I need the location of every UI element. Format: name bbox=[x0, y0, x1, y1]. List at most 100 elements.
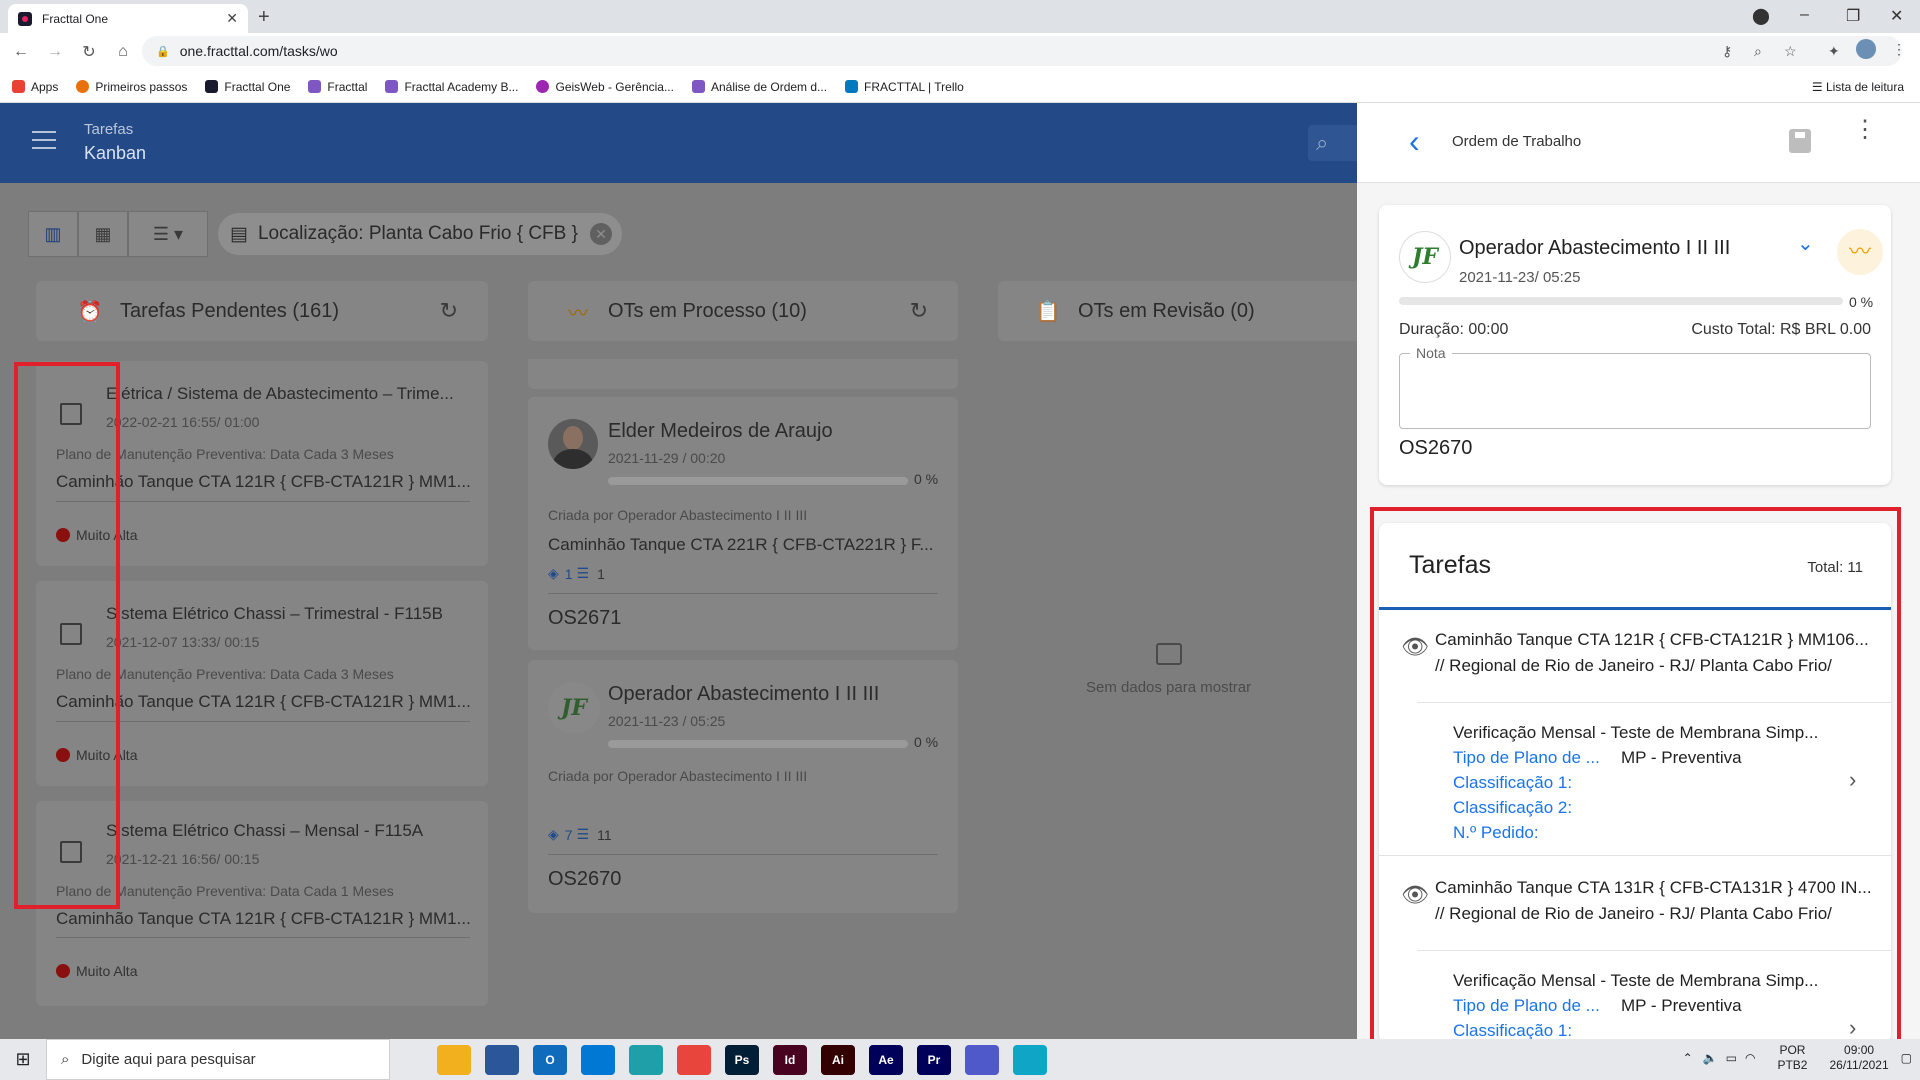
notifications-icon[interactable]: ▢ bbox=[1901, 1051, 1912, 1065]
note-field[interactable]: Nota bbox=[1399, 345, 1871, 429]
bookmark-favicon-icon bbox=[691, 80, 705, 93]
refresh-icon[interactable]: ↻ bbox=[440, 298, 458, 324]
store-icon[interactable] bbox=[485, 1044, 519, 1075]
user-avatar bbox=[548, 419, 598, 469]
teams-icon[interactable] bbox=[965, 1044, 999, 1075]
browser-menu-icon[interactable]: ⋮ bbox=[1892, 41, 1906, 58]
mail-icon[interactable] bbox=[581, 1044, 615, 1075]
tab-title: Fracttal One bbox=[42, 11, 109, 26]
back-arrow-icon[interactable]: ‹ bbox=[1409, 123, 1420, 160]
system-tray: ⌃ 🔈 ▭ ◠ POR PTB2 09:00 26/11/2021 ▢ bbox=[1683, 1043, 1912, 1073]
bookmark-fracttal[interactable]: Fracttal bbox=[308, 80, 367, 94]
new-tab-icon[interactable]: + bbox=[258, 6, 270, 29]
work-order-card[interactable]: JF Operador Abastecimento I II III 2021-… bbox=[528, 660, 958, 913]
profile-avatar-icon[interactable] bbox=[1856, 39, 1876, 59]
divider bbox=[548, 593, 938, 594]
outlook-icon[interactable]: O bbox=[533, 1044, 567, 1075]
edge-icon[interactable] bbox=[629, 1044, 663, 1075]
aftereffects-icon[interactable]: Ae bbox=[869, 1044, 903, 1075]
kanban-view-icon[interactable]: ▥ bbox=[28, 211, 78, 257]
tab-close-icon[interactable]: ✕ bbox=[226, 10, 238, 27]
wifi-icon[interactable]: ◠ bbox=[1745, 1051, 1755, 1065]
windows-taskbar: ⊞ ⌕ Digite aqui para pesquisar O Ps Id Ai Ae… bbox=[0, 1039, 1920, 1080]
wo-meta: ◈ 7 ☰ 11 bbox=[548, 826, 612, 843]
back-icon[interactable]: ← bbox=[8, 43, 34, 61]
panel-title: Ordem de Trabalho bbox=[1452, 133, 1582, 150]
profile-dropdown-icon[interactable]: ⬤ bbox=[1752, 6, 1770, 26]
task-date: 2022-02-21 16:55/ 01:00 bbox=[106, 414, 260, 430]
wo-created-by: Criada por Operador Abastecimento I II I… bbox=[548, 507, 808, 523]
file-explorer-icon[interactable] bbox=[437, 1044, 471, 1075]
chrome-icon[interactable] bbox=[677, 1044, 711, 1075]
extensions-icon[interactable]: ✦ bbox=[1828, 43, 1840, 60]
indesign-icon[interactable]: Id bbox=[773, 1044, 807, 1075]
forward-icon[interactable]: → bbox=[42, 43, 68, 61]
star-icon[interactable]: ☆ bbox=[1784, 43, 1797, 60]
bookmarks-bar: Apps Primeiros passos Fracttal One Fract… bbox=[0, 71, 1920, 103]
key-icon[interactable]: ⚷ bbox=[1722, 43, 1732, 60]
list-icon: ☰ bbox=[576, 565, 590, 581]
task-date: 2021-12-07 13:33/ 00:15 bbox=[106, 634, 260, 650]
column-title: OTs em Revisão (0) bbox=[1078, 299, 1255, 322]
note-label: Nota bbox=[1410, 345, 1452, 361]
hamburger-menu-icon[interactable] bbox=[32, 131, 56, 149]
work-order-panel: ‹ Ordem de Trabalho ⋮ JF Operador Abaste… bbox=[1357, 103, 1920, 1039]
wo-responsible: Elder Medeiros de Araujo bbox=[608, 420, 833, 442]
windows-start-icon[interactable]: ⊞ bbox=[0, 1049, 46, 1070]
more-options-icon[interactable]: ⋮ bbox=[1853, 118, 1877, 142]
tray-chevron-icon[interactable]: ⌃ bbox=[1683, 1051, 1693, 1065]
wo-created-by: Criada por Operador Abastecimento I II I… bbox=[548, 768, 808, 784]
language-indicator[interactable]: POR PTB2 bbox=[1777, 1043, 1807, 1073]
refresh-icon[interactable]: ↻ bbox=[910, 298, 928, 324]
taskbar-apps: O Ps Id Ai Ae Pr bbox=[430, 1044, 1054, 1075]
bookmark-primeiros-passos[interactable]: Primeiros passos bbox=[76, 80, 187, 94]
taskbar-search-input[interactable]: ⌕ Digite aqui para pesquisar bbox=[46, 1039, 390, 1080]
url-text: one.fracttal.com/tasks/wo bbox=[179, 43, 338, 59]
illustrator-icon[interactable]: Ai bbox=[821, 1044, 855, 1075]
bookmark-trello[interactable]: FRACTTAL | Trello bbox=[845, 80, 964, 94]
work-order-card[interactable]: Elder Medeiros de Araujo 2021-11-29 / 00… bbox=[528, 397, 958, 650]
reading-list[interactable]: ☰ Lista de leitura bbox=[1812, 80, 1904, 94]
window-close-icon[interactable]: ✕ bbox=[1890, 6, 1903, 26]
volume-icon[interactable]: 🔈 bbox=[1703, 1051, 1718, 1065]
wo-os-number: OS2670 bbox=[548, 868, 622, 890]
bookmark-fracttal-academy[interactable]: Fracttal Academy B... bbox=[385, 80, 518, 94]
wo-date: 2021-11-23/ 05:25 bbox=[1459, 269, 1581, 286]
trend-icon: 〰 bbox=[1837, 229, 1883, 275]
bookmark-favicon-icon bbox=[845, 80, 859, 93]
reload-icon[interactable]: ↻ bbox=[76, 42, 102, 62]
empty-state-text: Sem dados para mostrar bbox=[1086, 679, 1252, 696]
minimize-icon[interactable]: – bbox=[1800, 6, 1809, 24]
maximize-icon[interactable]: ❐ bbox=[1846, 6, 1860, 26]
bookmark-geisweb[interactable]: GeisWeb - Gerência... bbox=[536, 80, 674, 94]
browser-tab[interactable]: Fracttal One ✕ bbox=[8, 4, 248, 33]
fracttal-taskbar-icon[interactable] bbox=[1013, 1044, 1047, 1075]
battery-icon[interactable]: ▭ bbox=[1726, 1051, 1737, 1065]
column-title: OTs em Processo (10) bbox=[608, 299, 807, 322]
zoom-icon[interactable]: ⌕ bbox=[1754, 43, 1762, 60]
location-filter-chip[interactable]: ▤ Localização: Planta Cabo Frio { CFB } … bbox=[218, 213, 622, 255]
clock[interactable]: 09:00 26/11/2021 bbox=[1829, 1043, 1888, 1073]
apps-grid-icon bbox=[12, 80, 25, 93]
app-header: Tarefas Kanban ⌕ bbox=[0, 103, 1357, 183]
clipboard-icon: 📋 bbox=[1035, 300, 1061, 323]
premiere-icon[interactable]: Pr bbox=[917, 1044, 951, 1075]
partial-card bbox=[528, 359, 958, 389]
wo-date: 2021-11-29 / 00:20 bbox=[608, 450, 726, 466]
remove-filter-icon[interactable]: ✕ bbox=[589, 223, 612, 245]
bookmark-apps[interactable]: Apps bbox=[12, 80, 58, 94]
search-icon[interactable]: ⌕ bbox=[1308, 125, 1357, 161]
company-logo: JF bbox=[548, 682, 600, 734]
bookmark-favicon-icon bbox=[536, 80, 550, 93]
bookmark-analise[interactable]: Análise de Ordem d... bbox=[691, 80, 827, 94]
task-asset: Caminhão Tanque CTA 121R { CFB-CTA121R }… bbox=[56, 909, 471, 928]
url-input[interactable]: 🔒 one.fracttal.com/tasks/wo ⚷ ⌕ ☆ bbox=[142, 36, 1902, 66]
bookmark-fracttal-one[interactable]: Fracttal One bbox=[205, 80, 290, 94]
home-icon[interactable]: ⌂ bbox=[110, 43, 136, 61]
chevron-down-icon[interactable]: ⌄ bbox=[1797, 231, 1814, 256]
photoshop-icon[interactable]: Ps bbox=[725, 1044, 759, 1075]
calendar-view-icon[interactable]: ▦ bbox=[78, 211, 128, 257]
save-icon[interactable] bbox=[1789, 129, 1811, 153]
list-view-dropdown-icon[interactable]: ☰ ▾ bbox=[128, 211, 208, 257]
wo-responsible: Operador Abastecimento I II III bbox=[608, 683, 880, 705]
